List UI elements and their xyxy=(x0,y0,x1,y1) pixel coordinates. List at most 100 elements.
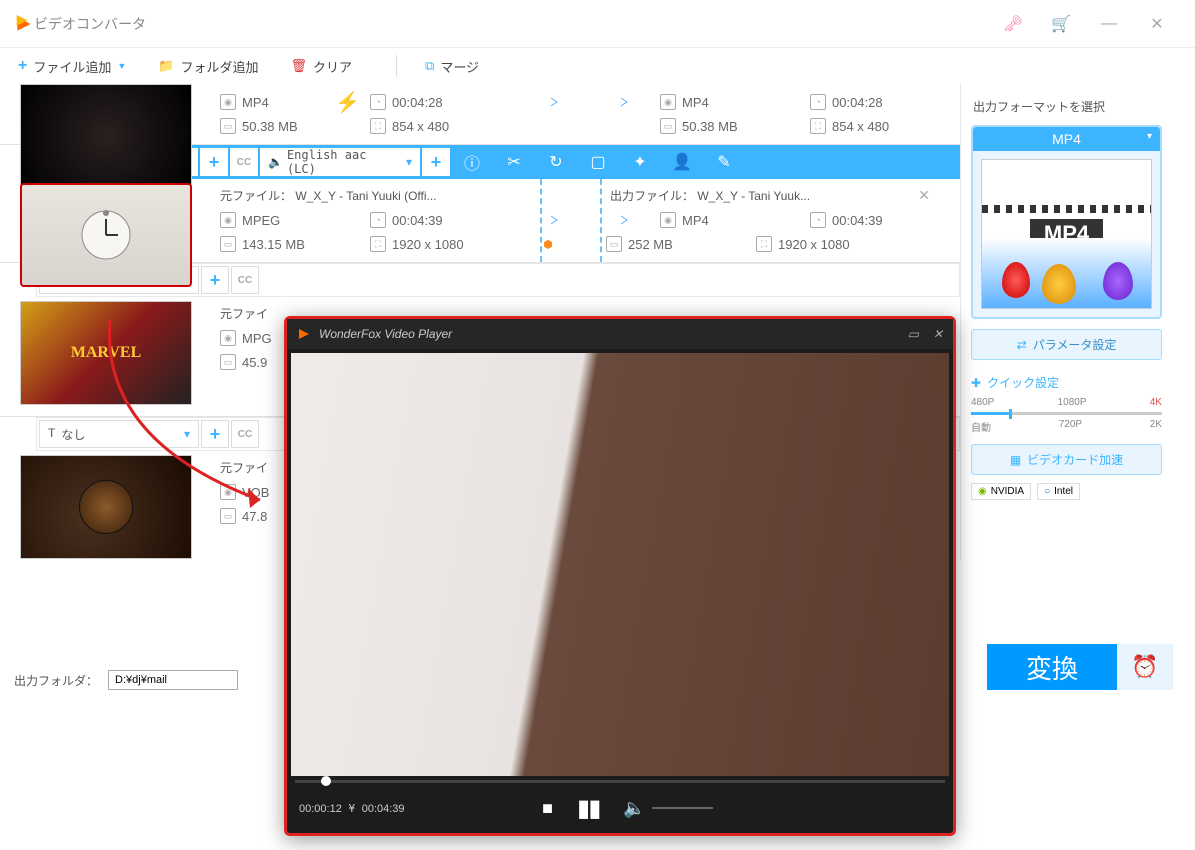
watermark-icon[interactable]: 👤 xyxy=(662,152,702,172)
folder-icon: ▭ xyxy=(220,508,236,524)
out-resolution: 854 x 480 xyxy=(832,119,889,134)
alarm-icon: ⏰ xyxy=(1131,654,1158,680)
gpu-vendors: ◉NVIDIA ○Intel xyxy=(971,483,1162,500)
resolution-icon: ⛶ xyxy=(370,118,386,134)
gpu-label: ビデオカード加速 xyxy=(1027,451,1123,468)
output-folder-input[interactable] xyxy=(108,670,238,690)
subtitle-value: なし xyxy=(61,426,85,443)
stop-button[interactable]: ■ xyxy=(542,798,553,819)
time-current: 00:00:12 xyxy=(299,803,342,815)
src-size: 47.8 xyxy=(242,509,267,524)
param-label: パラメータ設定 xyxy=(1033,336,1117,353)
edit-icon[interactable]: ✎ xyxy=(704,152,744,172)
rotate-icon[interactable]: ↻ xyxy=(536,152,576,172)
effects-icon[interactable]: ✦ xyxy=(620,152,660,172)
src-format: MPG xyxy=(242,331,272,346)
volume-slider[interactable] xyxy=(652,807,714,809)
plus-icon: ✚ xyxy=(971,376,981,390)
quality-labels-bottom: 自動 720P 2K xyxy=(971,419,1162,434)
close-button[interactable]: ✕ xyxy=(1133,14,1181,34)
video-canvas[interactable] xyxy=(291,353,949,776)
quality-label: 1080P xyxy=(1058,397,1087,408)
folder-icon: ▭ xyxy=(220,354,236,370)
clear-label: クリア xyxy=(313,57,352,76)
out-size: 252 MB xyxy=(628,237,673,252)
output-filename: 出力ファイル： W_X_Y - Tani Yuuk... xyxy=(610,187,910,204)
format-icon: ◉ xyxy=(220,484,236,500)
output-format-button[interactable]: MP4▾ MP4 xyxy=(971,125,1162,319)
nvidia-chip: ◉NVIDIA xyxy=(971,483,1031,500)
text-icon: T xyxy=(48,426,55,443)
src-resolution: 854 x 480 xyxy=(392,119,449,134)
format-icon: ◉ xyxy=(220,94,236,110)
toolbar-divider xyxy=(396,55,397,77)
arrow-right-icon xyxy=(549,214,561,226)
time-total: 00:04:39 xyxy=(362,803,405,815)
add-folder-label: フォルダ追加 xyxy=(180,57,258,76)
minimize-button[interactable]: — xyxy=(1085,15,1133,33)
player-controls: 00:00:12 ¥ 00:04:39 ■ ▮▮ 🔈 xyxy=(287,783,953,833)
add-file-button[interactable]: + ファイル追加 ▼ xyxy=(10,53,134,80)
quality-slider[interactable] xyxy=(971,412,1162,415)
audio-track-select[interactable]: 🔈English aac (LC) ▾ xyxy=(260,148,420,176)
resolution-icon: ⛶ xyxy=(756,236,772,252)
schedule-button[interactable]: ⏰ xyxy=(1117,644,1173,690)
src-format: MP4 xyxy=(242,95,269,110)
src-resolution: 1920 x 1080 xyxy=(392,237,464,252)
cut-icon[interactable]: ✂ xyxy=(494,152,534,172)
folder-icon: ▭ xyxy=(220,118,236,134)
player-maximize-button[interactable]: ▭ xyxy=(908,327,919,341)
add-audio-button[interactable]: + xyxy=(422,148,450,176)
clock-icon: ◔ xyxy=(810,212,826,228)
main-toolbar: + ファイル追加 ▼ 📁 フォルダ追加 🗑 クリア ⧉ マージ xyxy=(0,48,1195,84)
merge-label: マージ xyxy=(440,57,479,76)
src-size: 143.15 MB xyxy=(242,237,305,252)
scrub-bar[interactable] xyxy=(295,780,945,783)
out-folder-label: 出力フォルダ： xyxy=(14,672,98,689)
add-subtitle-button[interactable]: + xyxy=(200,148,228,176)
gpu-accel-button[interactable]: ▦ ビデオカード加速 xyxy=(971,444,1162,475)
src-duration: 00:04:39 xyxy=(392,213,443,228)
out-duration: 00:04:28 xyxy=(832,95,883,110)
add-subtitle-button[interactable]: + xyxy=(201,420,229,448)
scrub-handle[interactable] xyxy=(321,776,331,786)
slider-thumb[interactable] xyxy=(1009,409,1012,419)
out-format: MP4 xyxy=(682,95,709,110)
merge-button[interactable]: ⧉ マージ xyxy=(417,53,487,80)
clock-icon: ◔ xyxy=(370,94,386,110)
src-size: 45.9 xyxy=(242,355,267,370)
info-icon[interactable]: ⓘ xyxy=(452,150,492,174)
cc-button[interactable]: CC xyxy=(230,148,258,176)
subtitle-select[interactable]: T なし ▾ xyxy=(39,420,199,448)
quality-label: 480P xyxy=(971,397,994,408)
trash-icon: 🗑 xyxy=(290,58,307,74)
chevron-down-icon: ▾ xyxy=(1147,131,1152,142)
app-logo-icon xyxy=(14,14,34,34)
crop-icon[interactable]: ▢ xyxy=(578,152,618,172)
pause-button[interactable]: ▮▮ xyxy=(577,794,599,823)
quick-settings-title: ✚ クイック設定 xyxy=(971,374,1162,391)
parameter-settings-button[interactable]: ⇄ パラメータ設定 xyxy=(971,329,1162,360)
volume-icon[interactable]: 🔈 xyxy=(623,798,645,819)
player-close-button[interactable]: ✕ xyxy=(933,327,943,341)
clear-button[interactable]: 🗑 クリア xyxy=(282,53,360,80)
merge-icon: ⧉ xyxy=(425,58,434,74)
src-format: VOB xyxy=(242,485,269,500)
chip-icon: ▦ xyxy=(1010,453,1021,467)
chevron-down-icon: ▾ xyxy=(184,427,190,441)
arrow-right-icon xyxy=(549,96,561,108)
remove-file-button[interactable]: ✕ xyxy=(918,187,930,204)
key-icon[interactable]: 🗝 xyxy=(989,14,1037,34)
convert-button[interactable]: 変換 xyxy=(987,644,1117,690)
add-folder-button[interactable]: 📁 フォルダ追加 xyxy=(150,53,266,80)
cc-button[interactable]: CC xyxy=(231,420,259,448)
src-size: 50.38 MB xyxy=(242,119,298,134)
add-subtitle-button[interactable]: + xyxy=(201,266,229,294)
folder-icon: ▭ xyxy=(606,236,622,252)
player-title-text: WonderFox Video Player xyxy=(319,327,452,341)
arrow-right-icon xyxy=(619,96,631,108)
cart-icon[interactable]: 🛒 xyxy=(1037,14,1085,34)
format-icon: ◉ xyxy=(660,212,676,228)
cc-button[interactable]: CC xyxy=(231,266,259,294)
quality-label: 自動 xyxy=(971,419,991,434)
